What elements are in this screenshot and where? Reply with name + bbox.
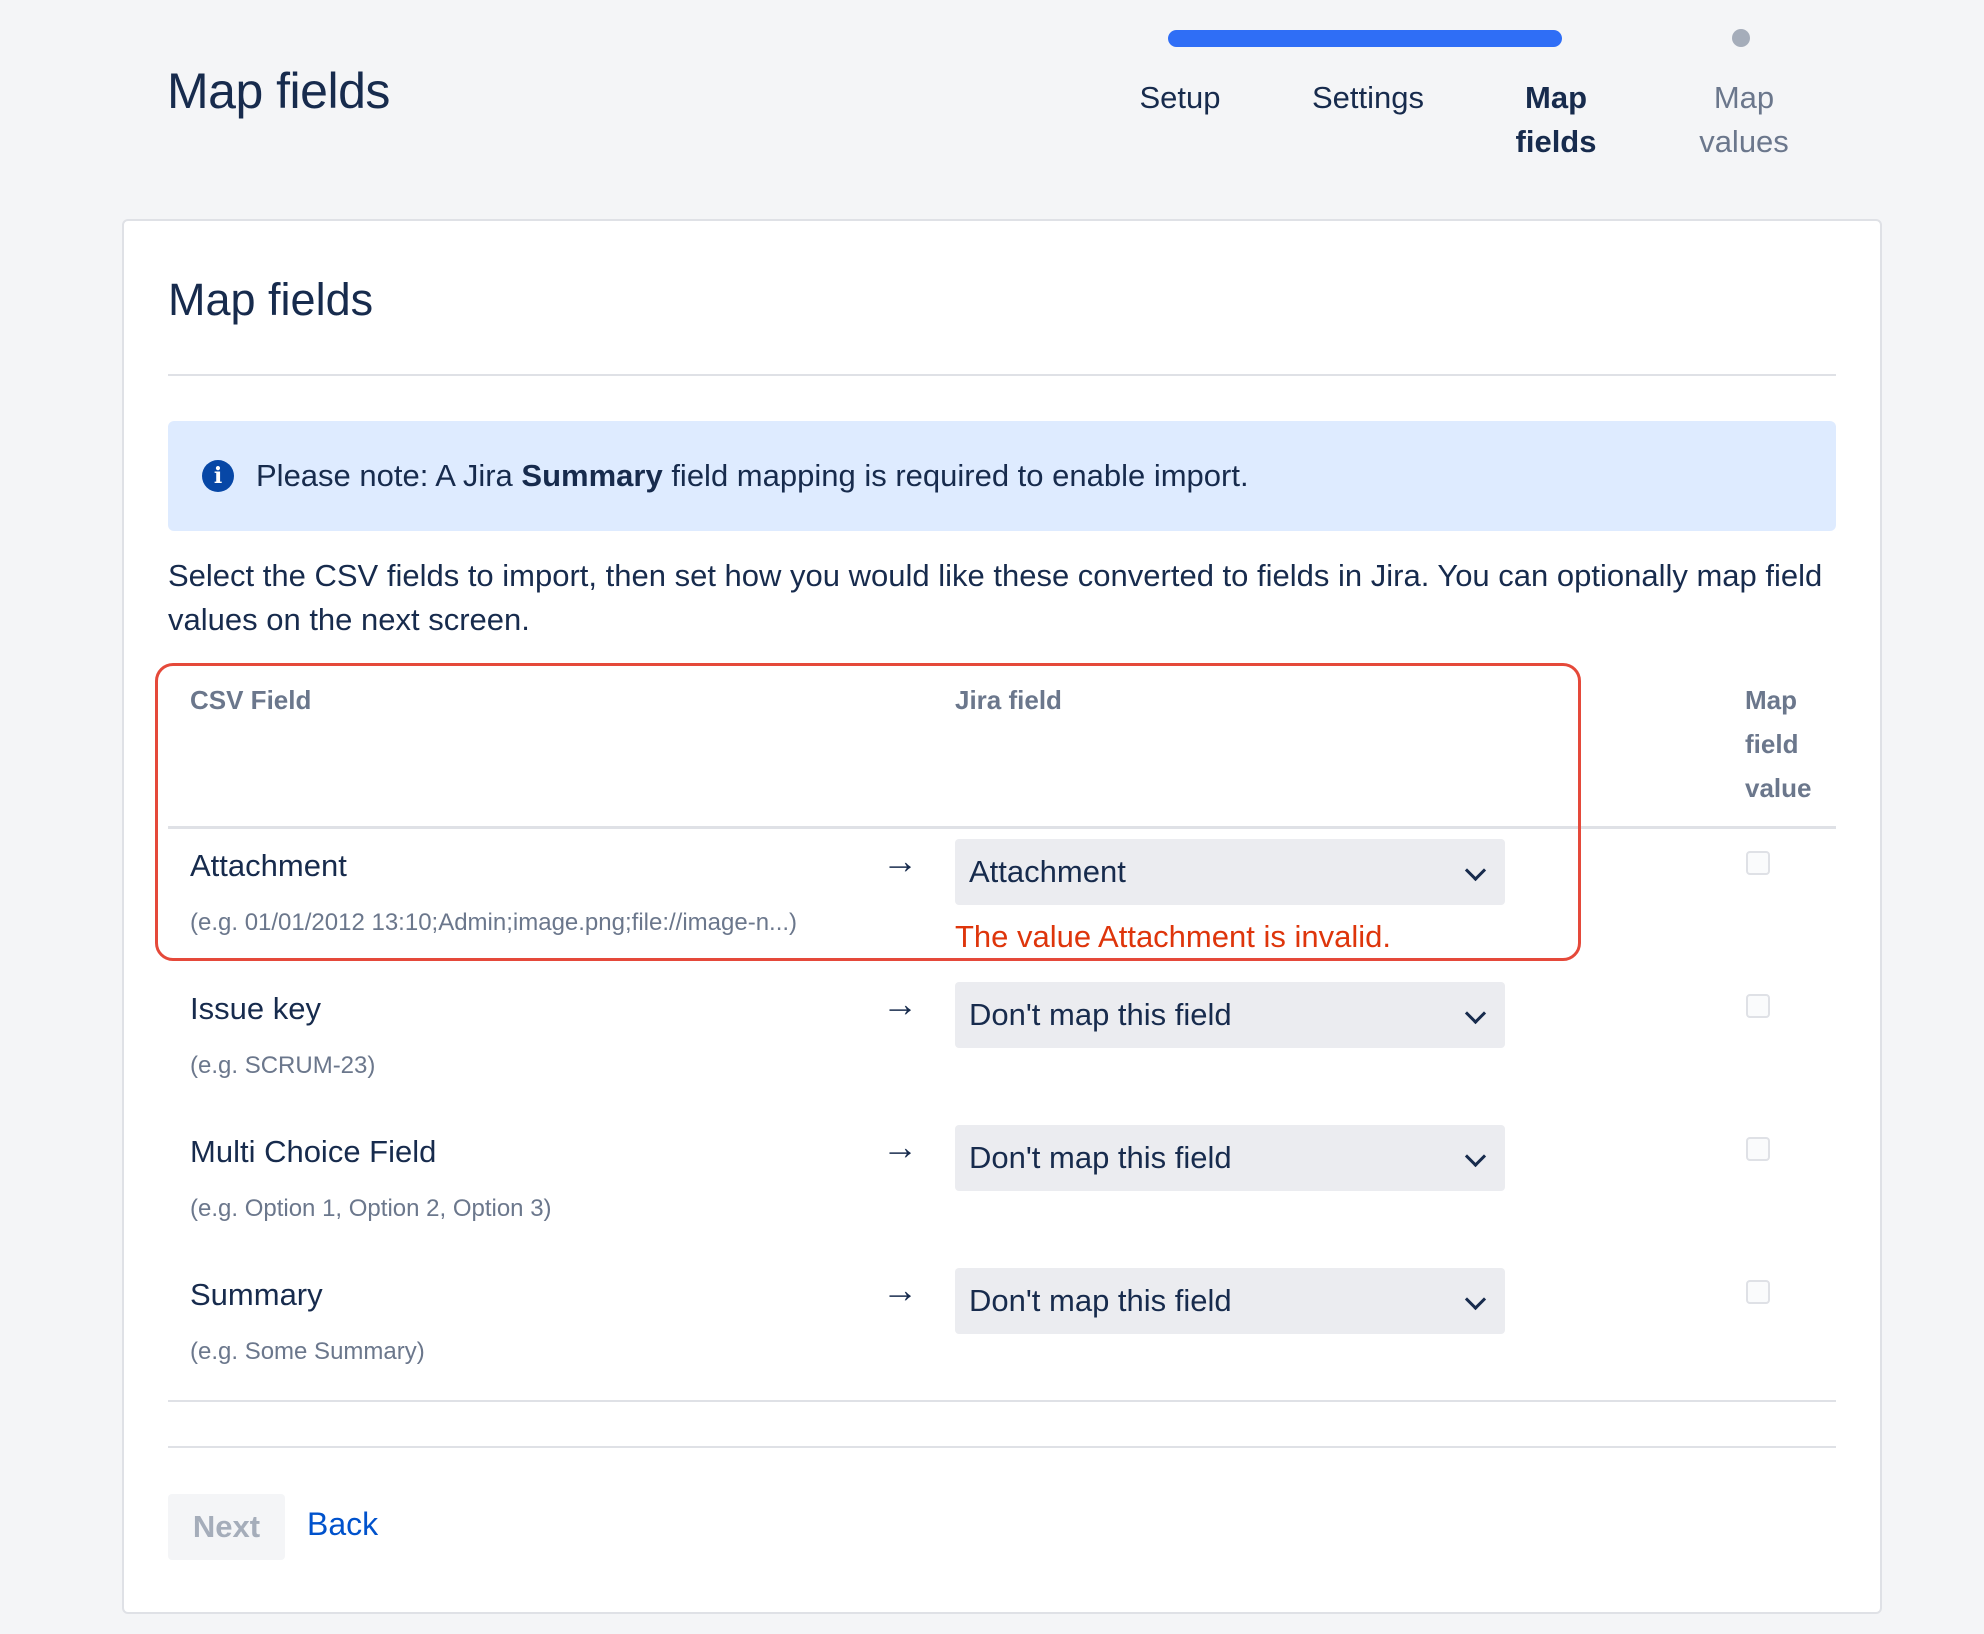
step-map-values-label: Map values <box>1699 80 1789 159</box>
jira-field-select-issue-key[interactable]: Don't map this field <box>955 982 1505 1048</box>
arrow-right-icon: → <box>882 1126 918 1167</box>
progress-bar <box>1168 30 1562 47</box>
map-value-checkbox-issue-key[interactable] <box>1746 994 1770 1018</box>
arrow-right-icon: → <box>882 1269 918 1310</box>
highlight-annotation <box>155 663 1581 961</box>
select-value: Don't map this field <box>969 1283 1232 1318</box>
row-label-summary: Summary <box>190 1277 323 1312</box>
jira-field-select-multi-choice-field[interactable]: Don't map this field <box>955 1125 1505 1191</box>
step-map-values[interactable]: Map values <box>1644 76 1844 164</box>
info-icon: i <box>202 460 234 492</box>
step-setup[interactable]: Setup <box>1080 76 1280 120</box>
step-map-fields[interactable]: Map fields <box>1456 76 1656 164</box>
divider-top <box>168 374 1836 376</box>
chevron-down-icon <box>1464 1288 1487 1311</box>
info-banner: i Please note: A Jira Summary field mapp… <box>168 421 1836 531</box>
select-value: Don't map this field <box>969 997 1232 1032</box>
back-link[interactable]: Back <box>307 1506 378 1543</box>
chevron-down-icon <box>1464 1002 1487 1025</box>
row-label-multi-choice-field: Multi Choice Field <box>190 1134 437 1169</box>
next-button[interactable]: Next <box>168 1494 285 1560</box>
chevron-down-icon <box>1464 1145 1487 1168</box>
jira-field-select-summary[interactable]: Don't map this field <box>955 1268 1505 1334</box>
map-value-checkbox-multi-choice-field[interactable] <box>1746 1137 1770 1161</box>
row-example-summary: (e.g. Some Summary) <box>190 1338 425 1365</box>
row-label-issue-key: Issue key <box>190 991 321 1026</box>
column-map-field-value: Map field value <box>1745 685 1812 803</box>
row-example-multi-choice-field: (e.g. Option 1, Option 2, Option 3) <box>190 1195 552 1222</box>
arrow-right-icon: → <box>882 983 918 1024</box>
map-value-checkbox-attachment[interactable] <box>1746 851 1770 875</box>
row-example-issue-key: (e.g. SCRUM-23) <box>190 1052 376 1079</box>
select-value: Don't map this field <box>969 1140 1232 1175</box>
progress-pending-dot <box>1732 29 1750 47</box>
table-bottom-divider <box>168 1400 1836 1402</box>
footer-divider <box>168 1446 1836 1448</box>
description: Select the CSV fields to import, then se… <box>168 558 1823 637</box>
page-title: Map fields <box>167 63 390 119</box>
card-title: Map fields <box>168 274 374 325</box>
map-value-checkbox-summary[interactable] <box>1746 1280 1770 1304</box>
step-settings[interactable]: Settings <box>1268 76 1468 120</box>
step-map-fields-label: Map fields <box>1515 80 1597 159</box>
info-banner-text: Please note: A Jira Summary field mappin… <box>256 458 1249 493</box>
